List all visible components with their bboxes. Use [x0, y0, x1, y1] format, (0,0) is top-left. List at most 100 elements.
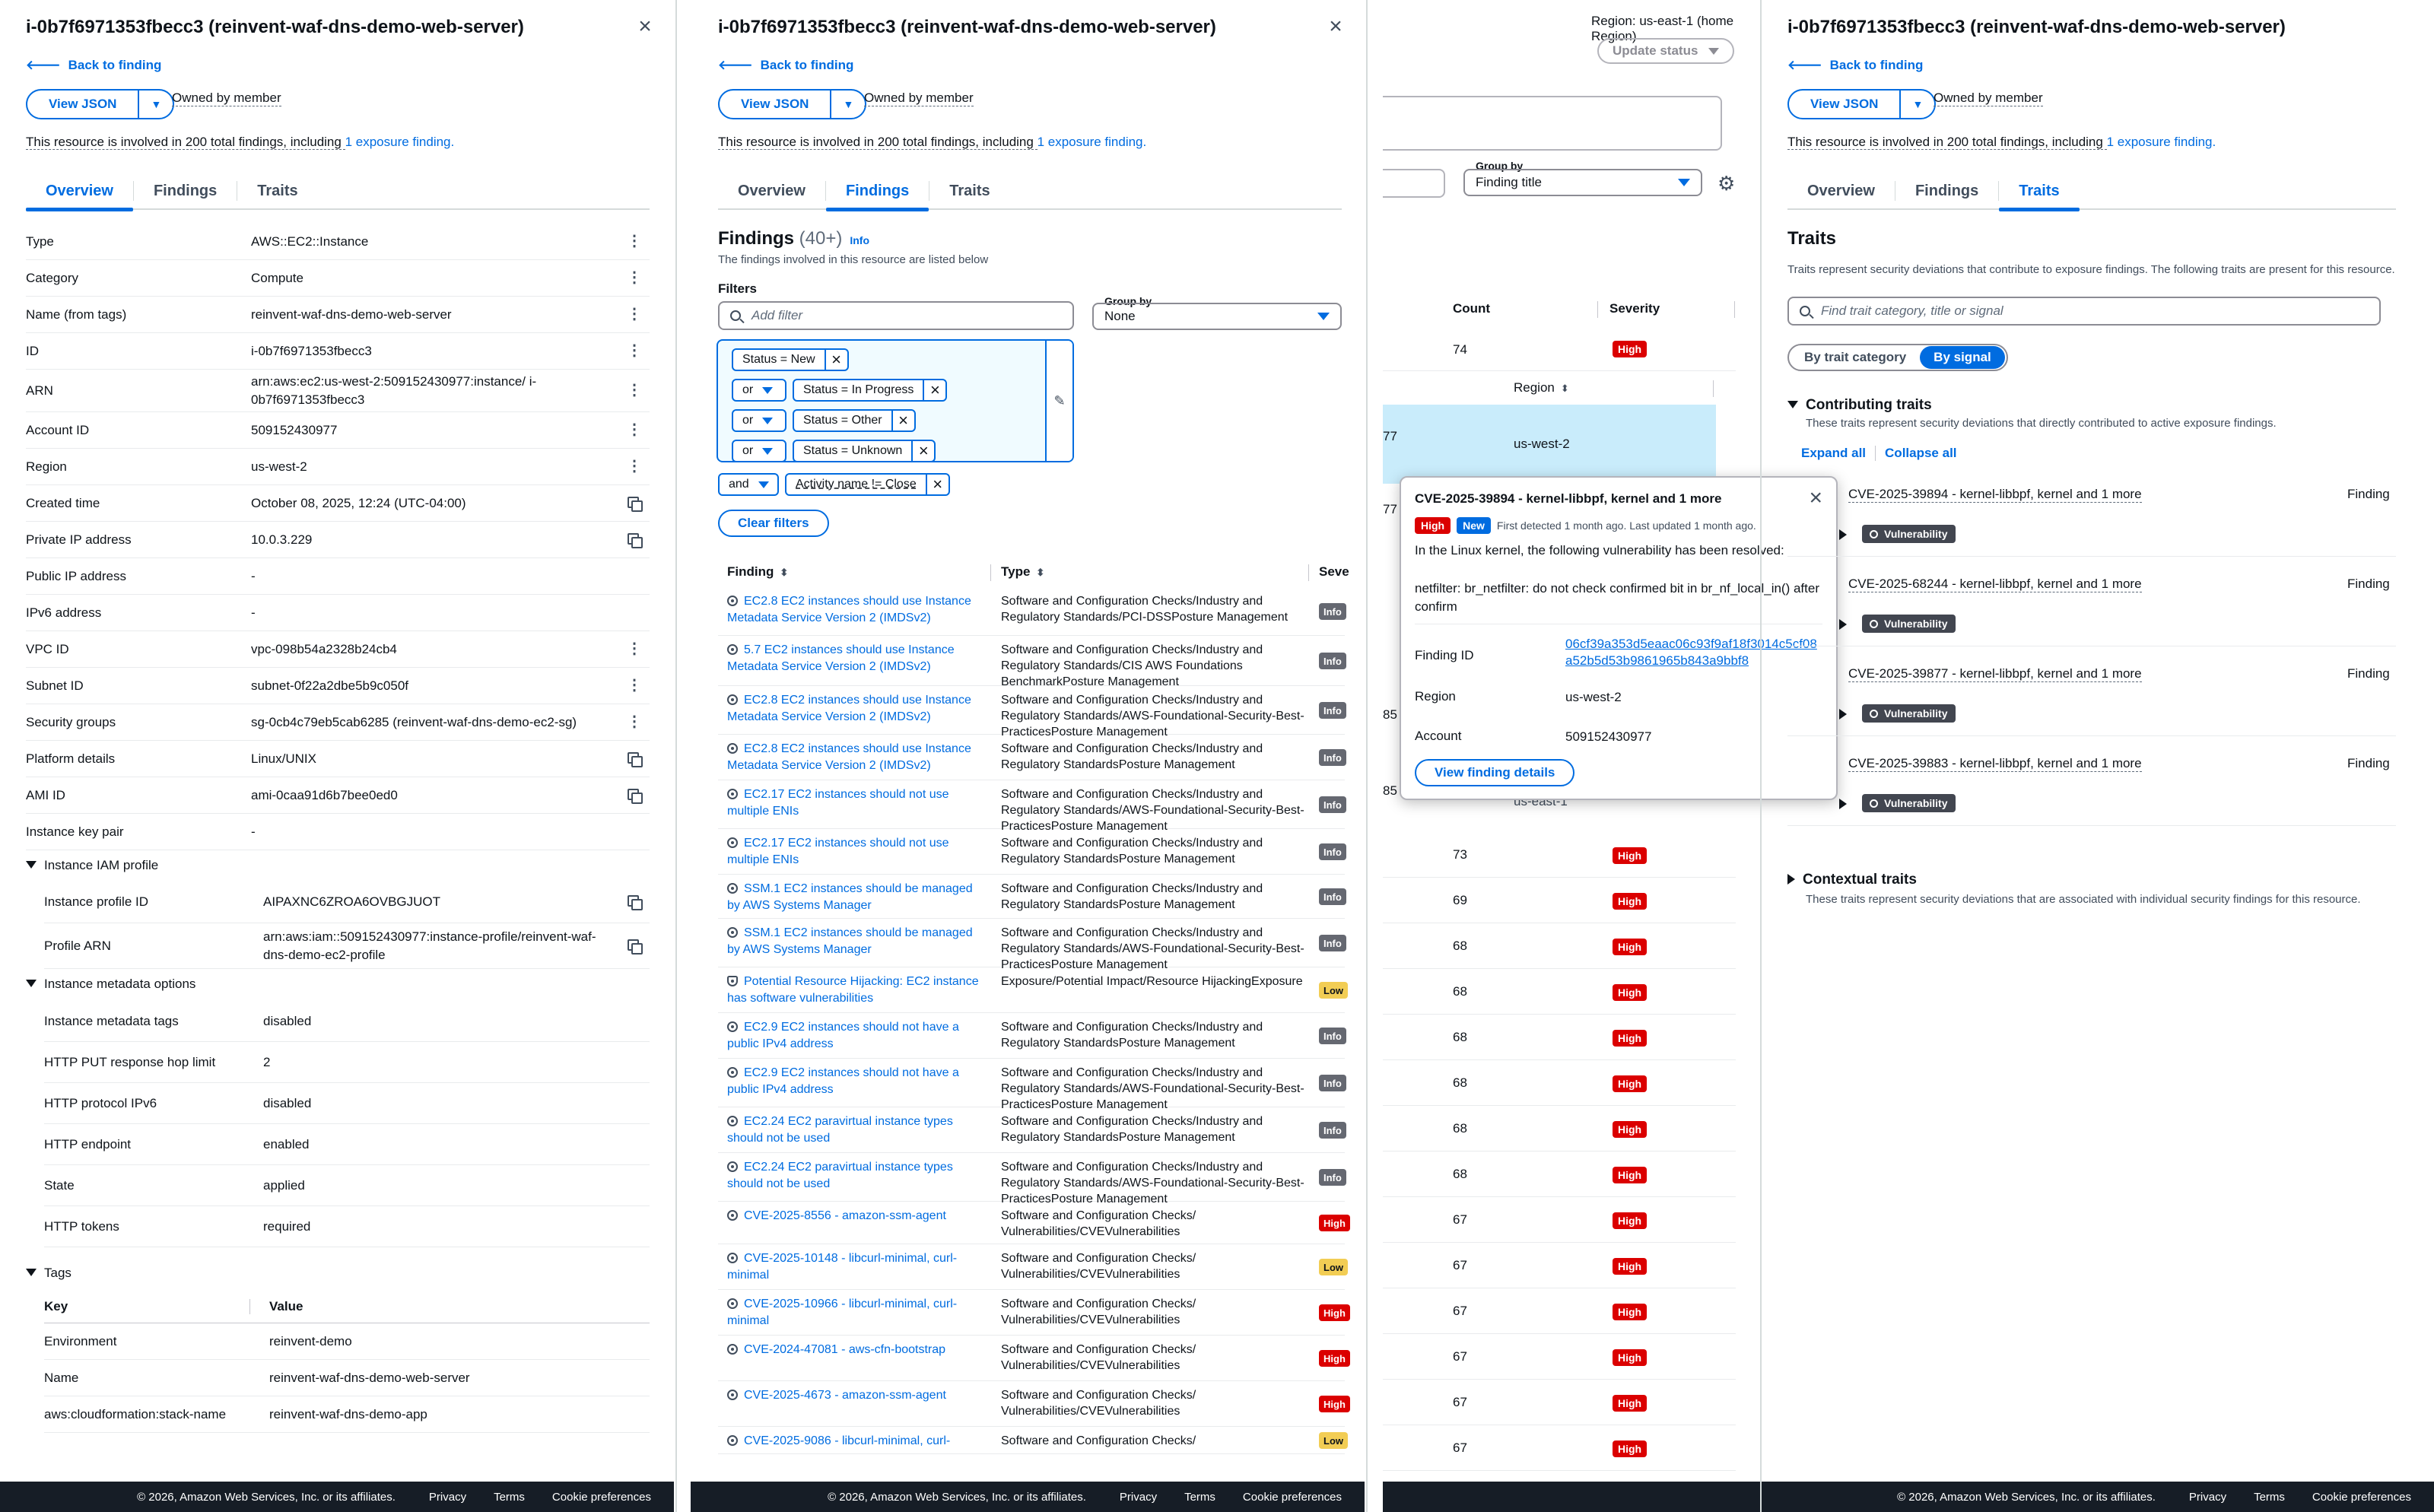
copy-icon[interactable] [627, 789, 643, 806]
column-severity[interactable]: Severity [1609, 301, 1660, 316]
finding-link[interactable]: Potential Resource Hijacking: EC2 instan… [727, 974, 986, 1007]
table-row[interactable]: 67 High [1383, 1197, 1736, 1243]
table-row[interactable]: Potential Resource Hijacking: EC2 instan… [718, 967, 1348, 1013]
search-box[interactable] [1383, 96, 1722, 151]
chevron-down-icon[interactable]: ▼ [139, 98, 173, 110]
finding-id-link[interactable]: 06cf39a353d5eaac06c93f9af18f3014c5cf08a5… [1565, 636, 1821, 669]
privacy-link[interactable]: Privacy [2189, 1491, 2226, 1504]
more-options-icon[interactable]: ⋮ [627, 459, 642, 474]
trait-title[interactable]: CVE-2025-68244 - kernel-libbpf, kernel a… [1848, 577, 2142, 592]
exposure-finding-link[interactable]: 1 exposure finding. [1037, 135, 1147, 149]
terms-link[interactable]: Terms [1184, 1491, 1215, 1504]
finding-link[interactable]: EC2.9 EC2 instances should not have a pu… [727, 1065, 986, 1098]
finding-link[interactable]: EC2.17 EC2 instances should not use mult… [727, 786, 986, 820]
filter-input[interactable] [1383, 169, 1445, 198]
table-row[interactable]: 67 High [1383, 1243, 1736, 1288]
table-row[interactable]: CVE-2025-8556 - amazon-ssm-agent Software… [718, 1202, 1350, 1244]
finding-link[interactable]: EC2.8 EC2 instances should use Instance … [727, 593, 986, 627]
view-json-button[interactable]: View JSON ▼ [1787, 89, 1937, 119]
operator-select[interactable]: or [732, 379, 786, 402]
trait-item[interactable]: CVE-2025-39894 - kernel-libbpf, kernel a… [1787, 478, 2396, 557]
more-options-icon[interactable]: ⋮ [627, 307, 642, 322]
by-trait-category-option[interactable]: By trait category [1791, 346, 1920, 369]
filter-token[interactable]: Status = Unknown × [793, 440, 936, 462]
table-row[interactable]: 68 High [1383, 1015, 1736, 1060]
view-finding-details-button[interactable]: View finding details [1415, 759, 1575, 786]
table-row[interactable]: SSM.1 EC2 instances should be managed by… [718, 919, 1346, 971]
privacy-link[interactable]: Privacy [429, 1491, 466, 1504]
finding-link[interactable]: SSM.1 EC2 instances should be managed by… [727, 881, 986, 914]
more-options-icon[interactable]: ⋮ [627, 270, 642, 285]
more-options-icon[interactable]: ⋮ [627, 641, 642, 656]
finding-link[interactable]: EC2.17 EC2 instances should not use mult… [727, 835, 986, 869]
finding-link[interactable]: CVE-2025-4673 - amazon-ssm-agent [727, 1387, 986, 1404]
table-row[interactable]: EC2.17 EC2 instances should not use mult… [718, 780, 1346, 833]
copy-icon[interactable] [627, 533, 643, 551]
column-count[interactable]: Count [1453, 301, 1490, 316]
contributing-traits-toggle[interactable]: Contributing traits [1787, 397, 1932, 414]
tab-overview[interactable]: Overview [1787, 173, 1895, 208]
finding-link[interactable]: SSM.1 EC2 instances should be managed by… [727, 925, 986, 958]
filter-token[interactable]: Status = In Progress × [793, 379, 948, 402]
finding-link[interactable]: EC2.24 EC2 paravirtual instance types sh… [727, 1113, 986, 1147]
copy-icon[interactable] [627, 497, 643, 514]
more-options-icon[interactable]: ⋮ [627, 678, 642, 693]
finding-link[interactable]: EC2.24 EC2 paravirtual instance types sh… [727, 1159, 986, 1193]
finding-link[interactable]: CVE-2025-8556 - amazon-ssm-agent [727, 1208, 986, 1225]
caret-right-icon[interactable] [1839, 529, 1847, 540]
cookie-preferences-link[interactable]: Cookie preferences [552, 1491, 651, 1504]
column-type[interactable]: Type ⬍ [1001, 564, 1044, 580]
table-row[interactable]: EC2.8 EC2 instances should use Instance … [718, 587, 1346, 636]
operator-select[interactable]: or [732, 440, 786, 462]
metadata-options-toggle[interactable]: Instance metadata options [26, 977, 195, 992]
table-row[interactable]: CVE-2024-47081 - aws-cfn-bootstrap Softwa… [718, 1336, 1350, 1381]
copy-icon[interactable] [627, 752, 643, 770]
view-json-button[interactable]: View JSON ▼ [26, 89, 175, 119]
finding-link[interactable]: CVE-2025-10966 - libcurl-minimal, curl-m… [727, 1296, 986, 1329]
table-row[interactable]: 73 High [1383, 832, 1736, 878]
collapse-all-link[interactable]: Collapse all [1885, 446, 1956, 461]
tab-traits[interactable]: Traits [929, 173, 1009, 208]
caret-right-icon[interactable] [1839, 799, 1847, 809]
close-icon[interactable]: × [1325, 15, 1346, 38]
more-options-icon[interactable]: ⋮ [627, 714, 642, 729]
caret-right-icon[interactable] [1839, 619, 1847, 630]
remove-token-icon[interactable]: × [924, 380, 945, 400]
tab-findings[interactable]: Findings [1895, 173, 1998, 208]
remove-token-icon[interactable]: × [927, 475, 948, 494]
table-row[interactable]: EC2.17 EC2 instances should not use mult… [718, 829, 1346, 875]
table-row[interactable]: EC2.8 EC2 instances should use Instance … [718, 686, 1346, 739]
table-row[interactable]: 67 High [1383, 1288, 1736, 1334]
tab-traits[interactable]: Traits [1999, 173, 2080, 211]
cookie-preferences-link[interactable]: Cookie preferences [1243, 1491, 1342, 1504]
copy-icon[interactable] [627, 895, 643, 913]
remove-token-icon[interactable]: × [913, 441, 934, 461]
chevron-down-icon[interactable]: ▼ [1901, 98, 1934, 110]
table-row[interactable]: 67 High [1383, 1334, 1736, 1380]
filter-token[interactable]: Activity name != Close × [785, 473, 950, 496]
finding-link[interactable]: 5.7 EC2 instances should use Instance Me… [727, 642, 986, 675]
tab-findings[interactable]: Findings [825, 173, 929, 211]
table-row[interactable]: 5.7 EC2 instances should use Instance Me… [718, 636, 1346, 688]
group-by-select[interactable]: Finding title [1463, 169, 1702, 196]
table-row[interactable]: 68 High [1383, 1060, 1736, 1106]
trait-title[interactable]: CVE-2025-39894 - kernel-libbpf, kernel a… [1848, 487, 2142, 503]
tab-overview[interactable]: Overview [718, 173, 825, 208]
operator-select[interactable]: or [732, 409, 786, 432]
filter-token[interactable]: Status = Other × [793, 409, 916, 432]
exposure-finding-link[interactable]: 1 exposure finding. [345, 135, 455, 149]
trait-item[interactable]: CVE-2025-39883 - kernel-libbpf, kernel a… [1787, 747, 2396, 826]
more-options-icon[interactable]: ⋮ [627, 233, 642, 249]
iam-profile-toggle[interactable]: Instance IAM profile [26, 858, 158, 873]
selected-region-row[interactable]: 77 us-west-2 [1383, 405, 1716, 484]
more-options-icon[interactable]: ⋮ [627, 383, 642, 398]
by-signal-option[interactable]: By signal [1920, 346, 2005, 369]
trait-item[interactable]: CVE-2025-68244 - kernel-libbpf, kernel a… [1787, 567, 2396, 646]
cookie-preferences-link[interactable]: Cookie preferences [2312, 1491, 2411, 1504]
table-row[interactable]: SSM.1 EC2 instances should be managed by… [718, 875, 1346, 919]
terms-link[interactable]: Terms [2254, 1491, 2285, 1504]
table-row[interactable]: EC2.8 EC2 instances should use Instance … [718, 735, 1346, 780]
chevron-down-icon[interactable]: ▼ [831, 98, 865, 110]
back-to-finding-link[interactable]: 🡐 Back to finding [718, 58, 853, 73]
table-row[interactable]: EC2.9 EC2 instances should not have a pu… [718, 1013, 1346, 1059]
